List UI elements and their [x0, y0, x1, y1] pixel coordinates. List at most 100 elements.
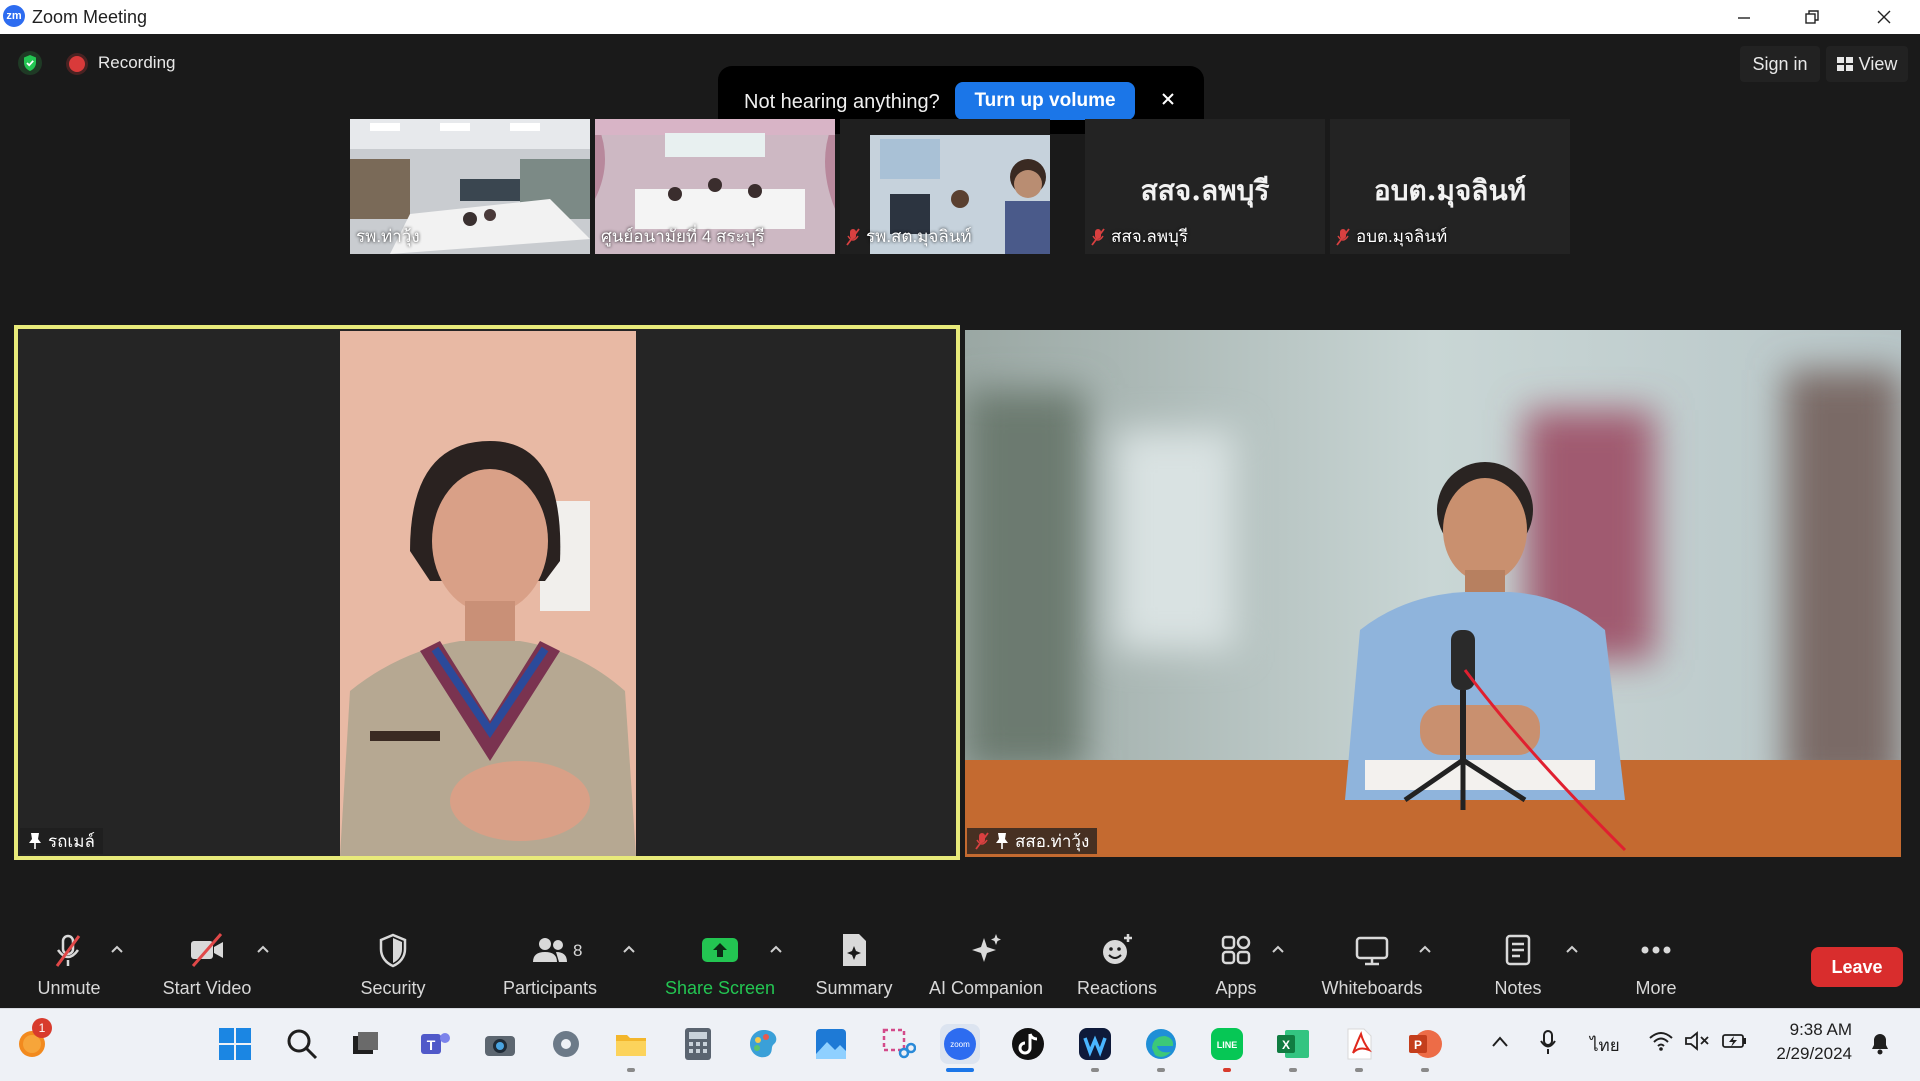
encryption-shield-icon[interactable] — [18, 51, 42, 75]
minimize-button[interactable] — [1716, 0, 1772, 34]
notification-close-button[interactable] — [1155, 86, 1181, 112]
clock-date[interactable]: 2/29/2024 — [1760, 1044, 1852, 1064]
reactions-label: Reactions — [1076, 978, 1158, 998]
share-options-chevron-up-icon[interactable] — [768, 942, 784, 956]
apps-icon — [1221, 935, 1251, 965]
edge-icon — [1146, 1029, 1176, 1059]
zoom-icon: zoom — [944, 1028, 976, 1060]
svg-text:T: T — [427, 1037, 436, 1053]
participant-thumbnail[interactable]: สสจ.ลพบุรี สสจ.ลพบุรี — [1085, 119, 1325, 254]
edge-app[interactable] — [1141, 1024, 1181, 1064]
close-icon — [1162, 93, 1174, 105]
restore-button[interactable] — [1784, 0, 1840, 34]
view-button[interactable]: View — [1826, 46, 1908, 82]
paint-app[interactable] — [744, 1024, 784, 1064]
svg-text:zoom: zoom — [950, 1040, 970, 1049]
whiteboard-options-chevron-up-icon[interactable] — [1417, 942, 1433, 956]
photos-icon — [816, 1029, 846, 1059]
view-label: View — [1858, 53, 1898, 74]
sign-in-button[interactable]: Sign in — [1740, 46, 1820, 82]
participant-thumbnail[interactable]: รพ.ท่าวุ้ง — [350, 119, 590, 254]
emoji-reaction-icon — [1103, 934, 1132, 964]
photos-app[interactable] — [811, 1024, 851, 1064]
task-view-icon — [353, 1032, 378, 1054]
tiktok-icon — [1012, 1028, 1044, 1060]
pin-icon — [996, 833, 1008, 849]
muted-mic-icon — [1091, 227, 1105, 246]
muted-mic-icon — [975, 832, 989, 850]
clock-time[interactable]: 9:38 AM — [1760, 1020, 1852, 1040]
line-icon: LINE — [1211, 1028, 1243, 1060]
zoom-app[interactable]: zoom — [940, 1024, 980, 1064]
webex-icon — [1079, 1028, 1111, 1060]
line-app[interactable]: LINE — [1207, 1024, 1247, 1064]
close-window-button[interactable] — [1856, 0, 1912, 34]
participant-display-name: อบต.มุจลินท์ — [1373, 174, 1527, 207]
thumbnail-name: รพ.สต.มุจลินท์ — [846, 223, 972, 250]
participants-count: 8 — [573, 941, 583, 960]
microphone-icon[interactable] — [1538, 1030, 1558, 1056]
muted-mic-icon — [55, 934, 81, 967]
window-title-bar: zm Zoom Meeting — [0, 0, 1920, 34]
zoom-logo-icon: zm — [3, 5, 25, 27]
start-button[interactable] — [215, 1024, 255, 1064]
thumbnail-name: รพ.ท่าวุ้ง — [356, 227, 420, 246]
summary-label: Summary — [815, 978, 893, 998]
teams-icon: T — [421, 1033, 450, 1054]
apps-options-chevron-up-icon[interactable] — [1270, 942, 1286, 956]
svg-text:LINE: LINE — [1217, 1040, 1238, 1050]
participant-tile[interactable] — [965, 330, 1901, 857]
pin-icon — [29, 833, 41, 849]
more-label: More — [1635, 978, 1677, 998]
start-icon — [219, 1028, 251, 1060]
teams-app[interactable]: T — [415, 1024, 455, 1064]
volume-muted-icon[interactable] — [1684, 1030, 1710, 1052]
settings-app[interactable] — [546, 1024, 586, 1064]
participant-thumbnail[interactable]: ศูนย์อนามัยที่ 4 สระบุรี — [595, 119, 835, 254]
minimize-icon — [1738, 17, 1750, 19]
participant-thumbnail[interactable]: รพ.สต.มุจลินท์ — [840, 119, 1050, 254]
muted-mic-icon — [1336, 227, 1350, 246]
participants-options-chevron-up-icon[interactable] — [621, 942, 637, 956]
leave-button[interactable]: Leave — [1811, 947, 1903, 987]
security-label: Security — [360, 978, 426, 998]
search-button[interactable] — [282, 1024, 322, 1064]
snipping-tool-app[interactable] — [878, 1024, 918, 1064]
running-indicator — [1421, 1068, 1429, 1072]
recording-indicator-icon — [69, 56, 85, 72]
paint-icon — [750, 1030, 777, 1058]
participant-thumbnail[interactable]: อบต.มุจลินท์ อบต.มุจลินท์ — [1330, 119, 1570, 254]
recording-label: Recording — [98, 53, 176, 72]
video-feed-man-at-desk — [965, 330, 1901, 857]
excel-icon: X — [1277, 1030, 1309, 1058]
input-language-indicator[interactable]: ไทย — [1590, 1032, 1620, 1059]
participant-name-label: สสอ.ท่าวุ้ง — [967, 828, 1098, 854]
video-options-chevron-up-icon[interactable] — [255, 942, 271, 956]
tiktok-app[interactable] — [1008, 1024, 1048, 1064]
notes-options-chevron-up-icon[interactable] — [1564, 942, 1580, 956]
share-screen-label: Share Screen — [664, 978, 776, 998]
turn-up-volume-button[interactable]: Turn up volume — [955, 82, 1135, 120]
search-icon — [287, 1029, 318, 1060]
excel-app[interactable]: X — [1273, 1024, 1313, 1064]
battery-charging-icon[interactable] — [1720, 1030, 1748, 1052]
task-view-button[interactable] — [345, 1024, 385, 1064]
powerpoint-app[interactable]: P — [1405, 1024, 1445, 1064]
sparkle-icon — [972, 934, 1001, 962]
thumbnail-name: สสจ.ลพบุรี — [1091, 223, 1188, 250]
thumbnail-name: ศูนย์อนามัยที่ 4 สระบุรี — [601, 227, 765, 246]
camera-app[interactable] — [480, 1024, 520, 1064]
file-explorer-app[interactable] — [611, 1024, 651, 1064]
webex-app[interactable] — [1075, 1024, 1115, 1064]
show-hidden-icons-chevron-up-icon[interactable] — [1490, 1034, 1510, 1050]
calculator-app[interactable] — [678, 1024, 718, 1064]
acrobat-icon — [1347, 1028, 1372, 1060]
notification-badge: 1 — [32, 1018, 52, 1038]
share-screen-icon — [702, 938, 738, 962]
file-explorer-icon — [616, 1035, 646, 1056]
acrobat-app[interactable] — [1339, 1024, 1379, 1064]
wifi-icon[interactable] — [1648, 1030, 1674, 1052]
audio-options-chevron-up-icon[interactable] — [109, 942, 125, 956]
video-off-icon — [191, 933, 223, 967]
notification-bell-icon[interactable] — [1868, 1030, 1892, 1056]
